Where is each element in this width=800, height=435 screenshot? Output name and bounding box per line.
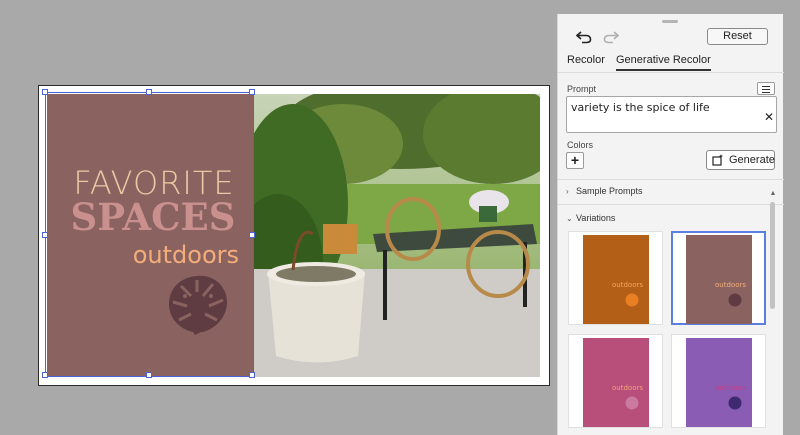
panel-scrollbar[interactable]: ▲ [769, 190, 777, 435]
close-icon[interactable]: ✕ [764, 110, 774, 124]
prompt-menu-button[interactable] [757, 82, 775, 95]
redo-icon[interactable] [603, 30, 620, 49]
variation-preview: outdoors [686, 338, 752, 427]
undo-icon[interactable] [575, 30, 592, 49]
add-color-button[interactable]: + [566, 152, 584, 169]
poster-title-spaces: SPACES [70, 195, 236, 239]
generate-button[interactable]: Generate [706, 150, 775, 170]
generate-sparkle-icon [712, 154, 724, 166]
prompt-label: Prompt [567, 84, 597, 94]
panel-drag-grip[interactable] [662, 20, 678, 23]
monstera-leaf-icon [169, 275, 227, 335]
variation-tile-selected[interactable]: outdoors [671, 231, 766, 325]
chevron-right-icon: › [566, 187, 569, 196]
sample-prompts-section[interactable]: › Sample Prompts [566, 186, 643, 196]
chevron-down-icon: ⌄ [566, 214, 573, 223]
tab-generative-recolor[interactable]: Generative Recolor [616, 54, 711, 71]
artboard: FAVORITE SPACES outdoors [38, 85, 550, 386]
variations-label: Variations [576, 213, 616, 223]
variation-text: outdoors [612, 281, 643, 289]
monstera-leaf-icon [625, 396, 639, 410]
tab-recolor[interactable]: Recolor [567, 54, 605, 66]
monstera-leaf-icon [728, 293, 742, 307]
divider [558, 179, 784, 180]
variation-tile[interactable]: outdoors [568, 334, 663, 428]
divider [558, 72, 784, 73]
garden-photo[interactable] [253, 94, 540, 377]
prompt-input[interactable]: variety is the spice of life [566, 96, 777, 133]
variation-text: outdoors [715, 281, 746, 289]
monstera-leaf-icon [625, 293, 639, 307]
divider [558, 204, 784, 205]
variation-preview: outdoors [686, 235, 752, 324]
variation-text: outdoors [715, 384, 746, 392]
variation-preview: outdoors [583, 235, 649, 324]
variation-text: outdoors [612, 384, 643, 392]
colors-label: Colors [567, 140, 594, 150]
poster-title-outdoors: outdoors [132, 241, 239, 269]
variation-preview: outdoors [583, 338, 649, 427]
variation-tile[interactable]: outdoors [671, 334, 766, 428]
scroll-up-icon[interactable]: ▲ [769, 190, 777, 197]
sample-prompts-label: Sample Prompts [576, 186, 643, 196]
variations-section[interactable]: ⌄ Variations [566, 213, 615, 223]
scroll-thumb[interactable] [770, 202, 775, 309]
generate-label: Generate [729, 154, 775, 166]
monstera-leaf-icon [728, 396, 742, 410]
plus-icon: + [570, 152, 580, 168]
poster-panel[interactable]: FAVORITE SPACES outdoors [47, 94, 253, 377]
generative-recolor-panel: Reset Recolor Generative Recolor Prompt … [557, 14, 784, 435]
variation-tile[interactable]: outdoors [568, 231, 663, 325]
reset-button[interactable]: Reset [707, 28, 768, 45]
